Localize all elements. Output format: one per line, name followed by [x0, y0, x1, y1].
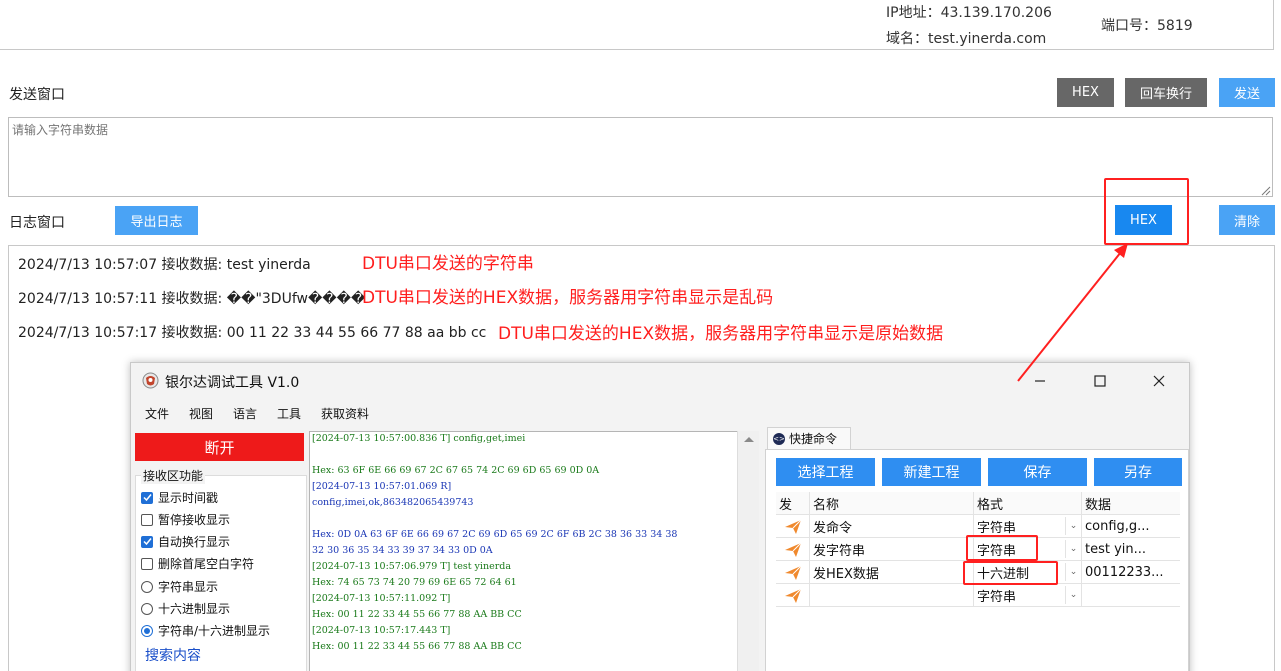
log-window-title: 日志窗口 [9, 215, 65, 231]
maximize-icon[interactable] [1085, 369, 1115, 393]
app-title-bar: 银尔达调试工具 V1.0 [131, 363, 1189, 399]
domain-text: 域名：test.yinerda.com [886, 31, 1047, 47]
recv-line: [2024-07-13 10:57:01.069 R] [312, 481, 452, 492]
crlf-button[interactable]: 回车换行 [1125, 78, 1207, 107]
recv-text-panel[interactable]: [2024-07-13 10:57:00.836 T] config,get,i… [309, 431, 759, 671]
command-name-cell[interactable]: 发HEX数据 [810, 561, 974, 584]
annotation-text: DTU串口发送的字符串 [362, 254, 534, 274]
save-project-button[interactable]: 保存 [988, 458, 1087, 486]
menu-tools[interactable]: 工具 [277, 405, 301, 422]
new-project-button[interactable]: 新建工程 [882, 458, 981, 486]
app-title: 银尔达调试工具 V1.0 [165, 375, 300, 391]
menu-view[interactable]: 视图 [189, 405, 213, 422]
recv-line: config,imei,ok,863482065439743 [312, 497, 474, 508]
recv-line: Hex: 0D 0A 63 6F 6E 66 69 67 2C 69 6D 65… [312, 529, 678, 540]
send-input[interactable] [8, 117, 1273, 197]
chevron-down-icon[interactable]: ⌄ [1065, 540, 1081, 558]
command-name-cell[interactable]: 发字符串 [810, 538, 974, 561]
col-data-header: 数据 [1085, 498, 1112, 513]
server-info-panel: IP地址：43.139.170.206 域名：test.yinerda.com … [0, 0, 1274, 50]
table-row: 字符串 ⌄ [776, 584, 1180, 607]
recv-line: [2024-07-13 10:57:06.979 T] test yinerda [312, 561, 511, 572]
minimize-icon[interactable] [1025, 369, 1055, 393]
app-menubar: 文件 视图 语言 工具 获取资料 [131, 399, 1189, 427]
ip-address-text: IP地址：43.139.170.206 [886, 5, 1052, 21]
option-show-timestamp[interactable]: 显示时间戳 [141, 489, 218, 506]
recv-options-panel: 断开 接收区功能 显示时间戳 暂停接收显示 自动换行显示 删除首尾空白字符 字符… [135, 431, 307, 671]
chevron-down-icon[interactable]: ⌄ [1065, 563, 1081, 581]
highlight-rect [966, 535, 1038, 561]
highlight-rect [963, 561, 1058, 585]
command-data-cell[interactable] [1082, 584, 1180, 607]
col-format-header: 格式 [974, 492, 1082, 515]
recv-line: [2024-07-13 10:57:17.443 T] [312, 625, 451, 636]
recv-scrollbar[interactable] [737, 431, 759, 671]
table-header-row: 发 名称 格式 数据 [776, 492, 1180, 515]
close-icon[interactable] [1144, 369, 1174, 393]
send-hex-button[interactable]: HEX [1057, 78, 1114, 107]
app-logo-icon [142, 372, 159, 389]
checkbox-checked-icon[interactable] [141, 535, 153, 548]
tab-quick-commands[interactable]: <> 快捷命令 [767, 427, 851, 449]
checkbox-checked-icon[interactable] [141, 491, 153, 504]
radio-icon[interactable] [141, 602, 153, 615]
annotation-text: DTU串口发送的HEX数据，服务器用字符串显示是原始数据 [498, 324, 944, 344]
highlight-rect [1104, 178, 1189, 245]
radio-selected-icon[interactable] [141, 624, 153, 637]
port-text: 端口号：5819 [1101, 18, 1193, 34]
option-string-display[interactable]: 字符串显示 [141, 578, 218, 595]
command-format-select[interactable]: 字符串 ⌄ [974, 584, 1082, 607]
send-plane-icon[interactable] [776, 584, 810, 607]
export-log-button[interactable]: 导出日志 [115, 206, 198, 235]
log-line: 2024/7/13 10:57:07 接收数据: test yinerda [18, 257, 311, 273]
recv-line: Hex: 74 65 73 74 20 79 69 6E 65 72 64 61 [312, 577, 517, 588]
recv-line: Hex: 00 11 22 33 44 55 66 77 88 AA BB CC [312, 609, 522, 620]
send-button[interactable]: 发送 [1219, 78, 1275, 107]
recv-line: 32 30 36 35 34 33 39 37 34 33 0D 0A [312, 545, 493, 556]
page: IP地址：43.139.170.206 域名：test.yinerda.com … [0, 0, 1281, 671]
disconnect-button[interactable]: 断开 [135, 433, 304, 461]
recv-line: Hex: 63 6F 6E 66 69 67 2C 67 65 74 2C 69… [312, 465, 600, 476]
recv-line: [2024-07-13 10:57:00.836 T] config,get,i… [312, 433, 526, 444]
log-line: 2024/7/13 10:57:17 接收数据: 00 11 22 33 44 … [18, 325, 487, 341]
command-name-cell[interactable] [810, 584, 974, 607]
search-content-link[interactable]: 搜索内容 [145, 645, 201, 665]
log-line: 2024/7/13 10:57:11 接收数据: ��"3DUfw���� [18, 291, 366, 307]
save-as-button[interactable]: 另存 [1094, 458, 1182, 486]
send-plane-icon[interactable] [776, 561, 810, 584]
checkbox-icon[interactable] [141, 557, 153, 570]
radio-icon[interactable] [141, 580, 153, 593]
recv-line: Hex: 00 11 22 33 44 55 66 77 88 AA BB CC [312, 641, 522, 652]
option-hex-display[interactable]: 十六进制显示 [141, 600, 230, 617]
send-window-title: 发送窗口 [9, 87, 65, 103]
chevron-down-icon[interactable]: ⌄ [1065, 517, 1081, 535]
checkbox-icon[interactable] [141, 513, 153, 526]
scroll-up-icon[interactable] [738, 432, 760, 446]
command-data-cell[interactable]: 00112233... [1082, 561, 1180, 584]
col-send-header: 发 [776, 492, 810, 515]
chevron-down-icon[interactable]: ⌄ [1065, 586, 1081, 604]
menu-language[interactable]: 语言 [233, 405, 257, 422]
send-plane-icon[interactable] [776, 538, 810, 561]
annotation-text: DTU串口发送的HEX数据，服务器用字符串显示是乱码 [362, 288, 774, 308]
recv-group-title: 接收区功能 [141, 467, 206, 484]
command-name-cell[interactable]: 发命令 [810, 515, 974, 538]
quick-command-icon: <> [773, 432, 785, 445]
col-name-header: 名称 [810, 492, 974, 515]
option-string-hex-display[interactable]: 字符串/十六进制显示 [141, 622, 270, 639]
option-trim-whitespace[interactable]: 删除首尾空白字符 [141, 555, 254, 572]
command-data-cell[interactable]: config,g... [1082, 515, 1180, 538]
clear-button[interactable]: 清除 [1219, 205, 1275, 235]
menu-resources[interactable]: 获取资料 [321, 405, 369, 422]
resize-grip-icon[interactable] [1259, 184, 1271, 196]
select-project-button[interactable]: 选择工程 [776, 458, 875, 486]
recv-line: [2024-07-13 10:57:11.092 T] [312, 593, 451, 604]
send-plane-icon[interactable] [776, 515, 810, 538]
command-data-cell[interactable]: test yin... [1082, 538, 1180, 561]
debug-tool-window: 银尔达调试工具 V1.0 文件 视图 语言 工具 获取资料 断开 接收区功能 显… [130, 362, 1190, 671]
menu-file[interactable]: 文件 [145, 405, 169, 422]
option-auto-wrap[interactable]: 自动换行显示 [141, 533, 230, 550]
option-pause-recv[interactable]: 暂停接收显示 [141, 511, 230, 528]
